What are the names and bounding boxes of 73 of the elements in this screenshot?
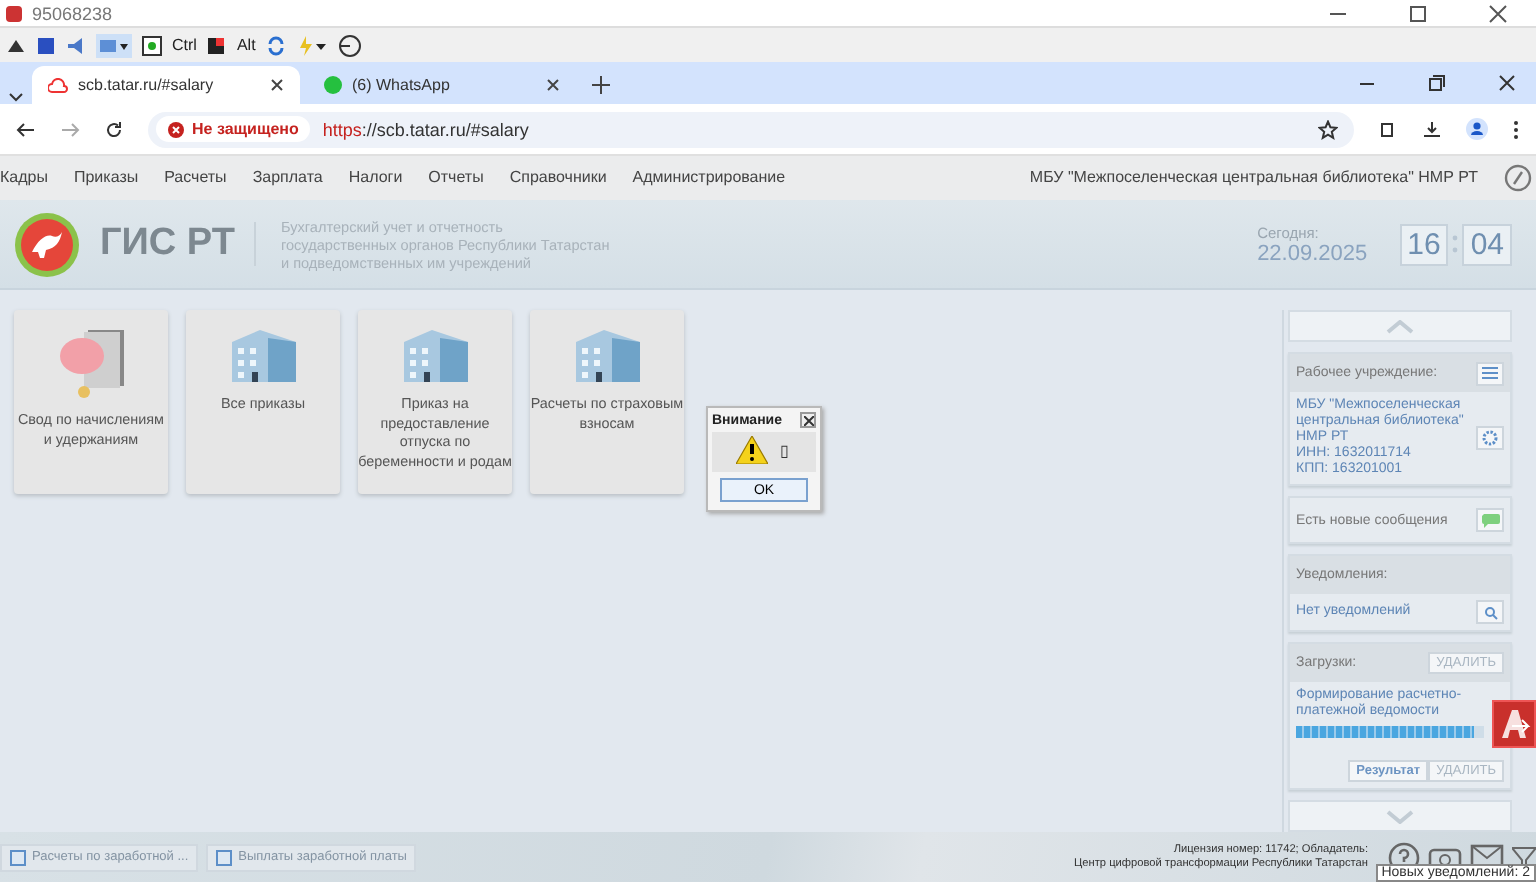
app-launcher-icon[interactable] [1492, 700, 1536, 749]
app-icon [4, 3, 24, 24]
security-label: Не защищено [192, 120, 299, 139]
refresh-icon[interactable] [265, 35, 286, 56]
browser-tab[interactable]: scb.tatar.ru/#salary [32, 66, 300, 105]
warning-icon [168, 121, 184, 138]
new-tab-icon[interactable] [592, 76, 610, 95]
building-icon [227, 326, 299, 387]
chevron-up-icon [1386, 319, 1414, 334]
cloud-icon [48, 77, 68, 94]
dialog-message: ▯ [780, 441, 788, 460]
window-title: 95068238 [32, 3, 113, 24]
url-text: https://scb.tatar.ru/#salary [322, 119, 529, 140]
tool-icon[interactable] [206, 35, 227, 56]
building-icon [399, 326, 471, 387]
minutes-display: 04 [1462, 223, 1512, 266]
menu-item[interactable]: Приказы [73, 168, 139, 187]
date-text: 22.09.2025 [1257, 241, 1368, 266]
chevron-down-icon [1386, 809, 1414, 824]
restore-icon[interactable] [1428, 74, 1446, 93]
tool-icon[interactable] [6, 35, 26, 56]
search-button[interactable] [1476, 600, 1504, 625]
ctrl-label[interactable]: Ctrl [172, 36, 197, 55]
menu-item[interactable]: Администрирование [632, 168, 786, 187]
window-icon [10, 849, 26, 866]
close-icon[interactable] [1498, 74, 1516, 93]
gauge-icon[interactable] [1504, 163, 1532, 192]
menu-item[interactable]: Справочники [509, 168, 607, 187]
back-icon[interactable] [16, 119, 36, 140]
speech-bubble-icon [1481, 513, 1499, 528]
security-chip[interactable]: Не защищено [156, 116, 311, 143]
clock-icon[interactable] [337, 33, 362, 58]
lightning-icon[interactable] [295, 35, 328, 56]
logo-icon [14, 211, 80, 278]
more-icon[interactable] [1512, 119, 1520, 140]
reload-icon[interactable] [104, 119, 124, 140]
logo-text: ГИС РТ [100, 222, 257, 267]
download-icon[interactable] [1422, 119, 1442, 140]
close-icon[interactable] [1488, 3, 1508, 24]
tab-title: (6) WhatsApp [352, 76, 452, 95]
menu-item[interactable]: Налоги [348, 168, 403, 187]
maximize-icon[interactable] [1408, 3, 1428, 24]
menu-item[interactable]: Расчеты [164, 168, 227, 187]
piggy-bank-icon [55, 326, 127, 403]
browser-tab[interactable]: (6) WhatsApp [308, 66, 576, 105]
close-icon [803, 415, 813, 426]
close-icon[interactable] [270, 78, 284, 93]
search-icon [1483, 605, 1497, 620]
star-icon[interactable] [1318, 119, 1338, 140]
organization-name: МБУ "Межпоселенческая центральная библиотека" НМР РТ [1029, 168, 1478, 187]
menu-item[interactable]: Отчеты [428, 168, 484, 187]
chat-icon [324, 76, 342, 95]
hours-display: 16 [1399, 223, 1449, 266]
menu-item[interactable]: Зарплата [252, 168, 323, 187]
list-icon [1482, 366, 1498, 381]
warning-icon [736, 436, 768, 465]
tab-search-icon[interactable] [8, 88, 24, 105]
address-bar[interactable]: Не защищено https://scb.tatar.ru/#salary [148, 111, 1354, 148]
speaker-icon[interactable] [66, 35, 86, 56]
building-icon [571, 326, 643, 387]
tab-title: scb.tatar.ru/#salary [78, 76, 216, 95]
monitor-icon[interactable] [96, 33, 132, 58]
alt-label[interactable]: Alt [236, 36, 256, 55]
profile-icon[interactable] [1466, 118, 1488, 141]
list-button[interactable] [1476, 361, 1504, 386]
window-icon [216, 849, 233, 866]
close-button[interactable] [800, 412, 816, 429]
grid-icon[interactable] [142, 35, 162, 56]
menu-item[interactable]: Кадры [0, 168, 48, 187]
settings-button[interactable] [1476, 426, 1504, 451]
tool-icon[interactable] [36, 35, 56, 56]
settings-icon [1482, 430, 1498, 447]
close-icon[interactable] [546, 78, 560, 93]
